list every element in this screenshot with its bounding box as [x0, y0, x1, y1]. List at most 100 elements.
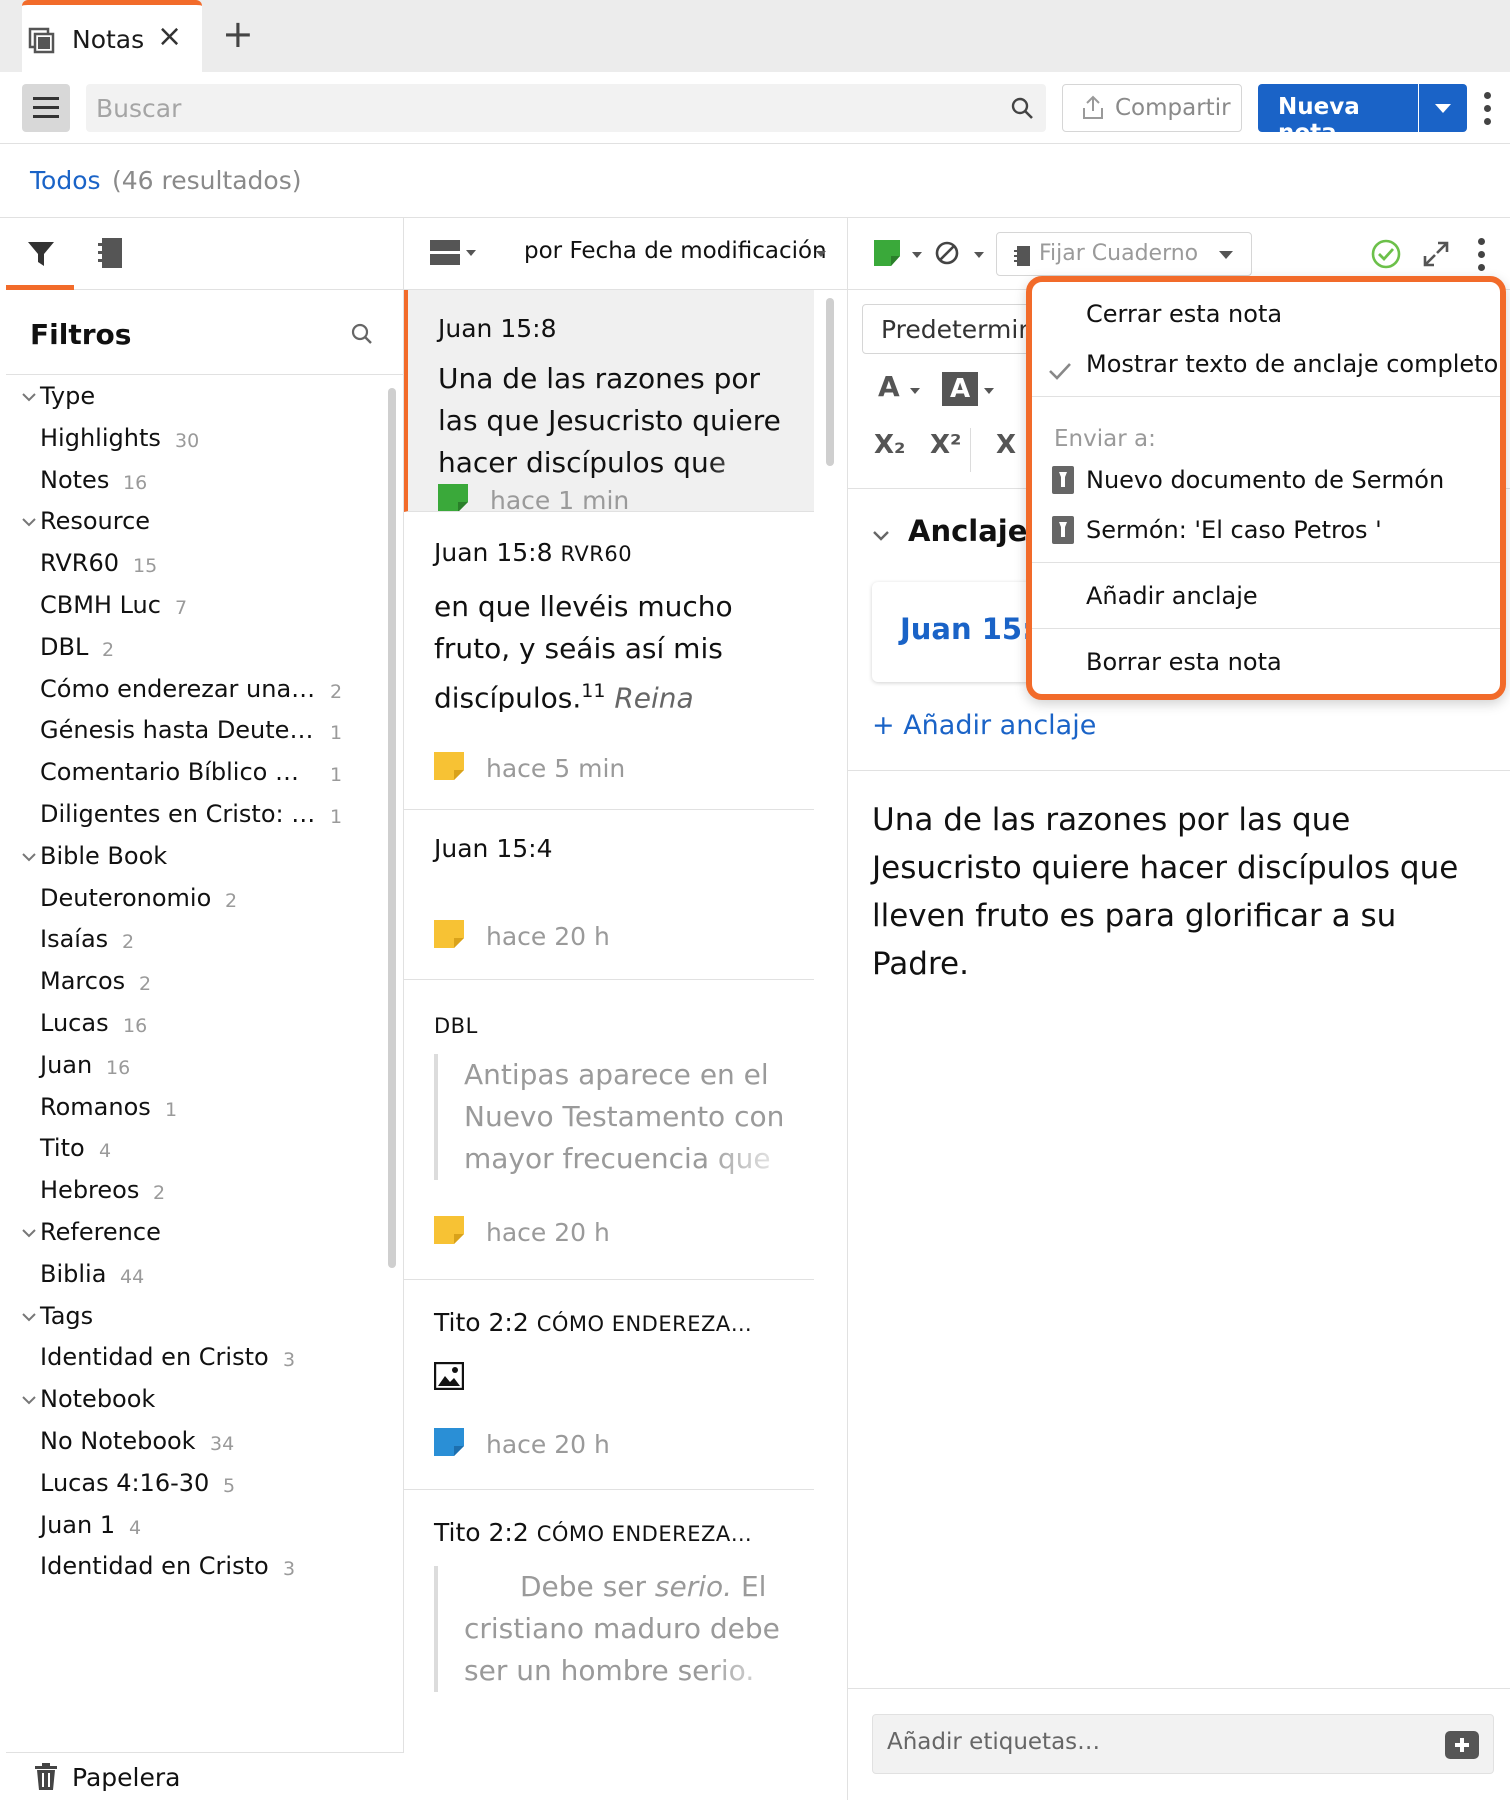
- note-card[interactable]: Juan 15:4 hace 20 h: [404, 810, 814, 980]
- menu-item-sermon[interactable]: Sermón: 'El caso Petros ': [1086, 516, 1382, 544]
- filter-item-label: No Notebook: [40, 1427, 196, 1455]
- chevron-down-icon: [22, 1396, 36, 1405]
- filter-item[interactable]: No Notebook 34: [6, 1421, 386, 1461]
- filter-item-count: 2: [122, 931, 135, 954]
- note-card[interactable]: Juan 15:8 RVR60 en que llevéis mucho fru…: [404, 512, 814, 810]
- filter-item[interactable]: DBL 2: [6, 627, 386, 667]
- trash-icon: [35, 1763, 57, 1790]
- search-icon[interactable]: [350, 322, 374, 346]
- filter-item-label: DBL: [40, 632, 89, 661]
- clear-format-button[interactable]: X: [996, 430, 1016, 460]
- filter-item[interactable]: Hebreos 2: [6, 1170, 386, 1210]
- no-style-icon[interactable]: [934, 240, 960, 266]
- note-card[interactable]: Tito 2:2 CÓMO ENDEREZA… Debe ser serio. …: [404, 1490, 814, 1800]
- trash-button[interactable]: Papelera: [6, 1752, 404, 1800]
- filter-group-header[interactable]: Type: [6, 376, 386, 416]
- list-view-icon[interactable]: [430, 240, 460, 266]
- filter-item[interactable]: Deuteronomio 2: [6, 878, 386, 918]
- subscript-button[interactable]: X₂: [874, 430, 905, 460]
- menu-item-new-sermon[interactable]: Nuevo documento de Sermón: [1086, 466, 1444, 494]
- divider: [1032, 562, 1500, 563]
- highlight-color-button[interactable]: A: [942, 372, 978, 406]
- menu-item-delete-note[interactable]: Borrar esta nota: [1086, 648, 1282, 676]
- filter-item[interactable]: Identidad en Cristo 3: [6, 1337, 386, 1377]
- sermon-document-icon: [1052, 516, 1074, 544]
- close-icon[interactable]: ×: [157, 19, 182, 54]
- filter-item[interactable]: CBMH Luc 7: [6, 585, 386, 625]
- chevron-down-icon[interactable]: [872, 530, 890, 542]
- chevron-down-icon[interactable]: [816, 251, 826, 257]
- tags-input[interactable]: Añadir etiquetas…: [872, 1714, 1494, 1774]
- filter-item[interactable]: Génesis hasta Deutero… 1: [6, 710, 386, 750]
- note-context-menu: Cerrar esta nota Mostrar texto de anclaj…: [1026, 276, 1506, 700]
- add-anchor-link[interactable]: + Añadir anclaje: [872, 710, 1096, 741]
- filter-item[interactable]: Lucas 16: [6, 1003, 386, 1043]
- chevron-down-icon: [22, 1312, 36, 1322]
- note-card[interactable]: DBL Antipas aparece en el Nuevo Testamen…: [404, 980, 814, 1280]
- filter-item[interactable]: Diligentes en Cristo: Est… 1: [6, 794, 386, 834]
- filter-group-header[interactable]: Notebook: [6, 1379, 386, 1419]
- add-tab-button[interactable]: +: [222, 12, 254, 56]
- notes-list-scrollbar[interactable]: [826, 298, 834, 466]
- filter-group-header[interactable]: Bible Book: [6, 836, 386, 876]
- tab-filters[interactable]: [6, 218, 74, 290]
- expand-icon[interactable]: [1422, 240, 1450, 268]
- add-tag-icon[interactable]: [1445, 1731, 1479, 1759]
- superscript-button[interactable]: X²: [930, 430, 961, 460]
- share-label: Compartir: [1115, 95, 1231, 121]
- filter-item[interactable]: Highlights 30: [6, 418, 386, 458]
- note-color-flag-icon[interactable]: [874, 240, 900, 266]
- filter-item-count: 5: [223, 1474, 236, 1497]
- filter-item[interactable]: Cómo enderezar una ig… 2: [6, 669, 386, 709]
- filter-item-label: CBMH Luc: [40, 591, 161, 619]
- new-note-button[interactable]: Nueva nota: [1258, 84, 1418, 146]
- search-icon[interactable]: [1010, 96, 1034, 120]
- more-options-icon[interactable]: [1476, 238, 1486, 272]
- hamburger-menu-button[interactable]: [22, 84, 70, 132]
- chevron-down-icon[interactable]: [912, 252, 922, 258]
- filter-item[interactable]: Notes 16: [6, 460, 386, 500]
- new-note-dropdown-button[interactable]: [1419, 84, 1467, 132]
- anchors-heading: Anclajes: [908, 514, 1045, 548]
- filter-item[interactable]: RVR60 15: [6, 543, 386, 583]
- filter-item-label: Juan: [40, 1050, 93, 1079]
- filter-group-header[interactable]: Tags: [6, 1296, 386, 1336]
- search-input[interactable]: Buscar: [86, 84, 1046, 132]
- note-card-time: hace 20 h: [486, 922, 610, 951]
- chevron-down-icon[interactable]: [466, 250, 476, 256]
- filter-list-scrollbar[interactable]: [388, 388, 396, 1268]
- filter-item[interactable]: Juan 16: [6, 1045, 386, 1085]
- share-button[interactable]: Compartir: [1062, 84, 1242, 132]
- image-icon: [434, 1362, 464, 1390]
- filter-item[interactable]: Comentario Bíblico Mu… 1: [6, 752, 386, 792]
- menu-item-add-anchor[interactable]: Añadir anclaje: [1086, 582, 1258, 610]
- filter-item[interactable]: Juan 1 4: [6, 1505, 386, 1545]
- menu-item-show-anchor-text[interactable]: Mostrar texto de anclaje completo: [1086, 350, 1498, 378]
- filter-item[interactable]: Isaías 2: [6, 919, 386, 959]
- filter-item[interactable]: Marcos 2: [6, 961, 386, 1001]
- chevron-down-icon[interactable]: [910, 388, 920, 394]
- filter-item[interactable]: Identidad en Cristo 3: [6, 1546, 386, 1586]
- results-scope-link[interactable]: Todos: [30, 166, 101, 195]
- menu-item-close-note[interactable]: Cerrar esta nota: [1086, 300, 1282, 328]
- filter-item[interactable]: Romanos 1: [6, 1087, 386, 1127]
- font-color-button[interactable]: A: [878, 370, 900, 403]
- notebook-icon[interactable]: [96, 236, 126, 270]
- note-card[interactable]: Tito 2:2 CÓMO ENDEREZA… hace 20 h: [404, 1280, 814, 1490]
- sort-dropdown[interactable]: por Fecha de modificación: [524, 238, 827, 264]
- filter-item-label: Cómo enderezar una ig…: [40, 674, 316, 703]
- more-options-icon[interactable]: [1482, 92, 1492, 126]
- filter-item-count: 1: [330, 806, 343, 828]
- chevron-down-icon[interactable]: [974, 252, 984, 258]
- filter-item[interactable]: Tito 4: [6, 1128, 386, 1168]
- note-card[interactable]: Juan 15:8 Una de las razones por las que…: [404, 290, 814, 512]
- chevron-down-icon[interactable]: [984, 388, 994, 394]
- filter-group-header[interactable]: Resource: [6, 501, 386, 541]
- filter-item[interactable]: Lucas 4:16-30 5: [6, 1463, 386, 1503]
- yellow-note-flag-icon: [434, 920, 464, 948]
- note-body-text[interactable]: Una de las razones por las que Jesucrist…: [872, 796, 1492, 988]
- filter-item[interactable]: Biblia 44: [6, 1254, 386, 1294]
- filter-group-header[interactable]: Reference: [6, 1212, 386, 1252]
- pin-notebook-dropdown[interactable]: Fijar Cuaderno: [996, 232, 1252, 276]
- tab-notas[interactable]: Notas ×: [22, 0, 202, 72]
